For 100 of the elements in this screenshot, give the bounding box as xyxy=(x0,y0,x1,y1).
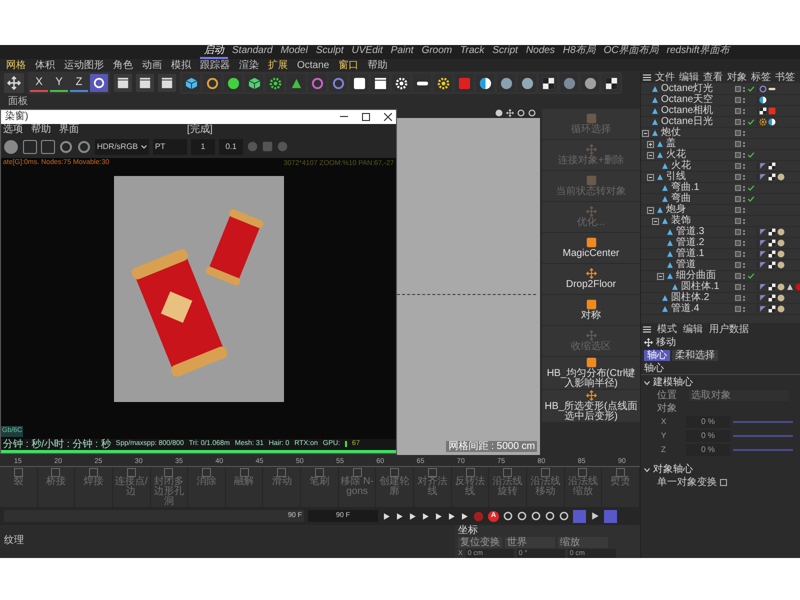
snap-button[interactable] xyxy=(573,510,586,523)
render-button[interactable] xyxy=(158,74,176,92)
workspace-tab[interactable]: Standard xyxy=(228,45,277,59)
menu-item[interactable]: 文件 xyxy=(655,72,675,82)
menu-item[interactable]: 扩展 xyxy=(268,60,288,70)
object-row[interactable]: 管道.2 xyxy=(641,238,800,249)
menu-item[interactable]: 编辑 xyxy=(679,72,699,82)
render-button[interactable] xyxy=(136,74,154,92)
toolbar-button[interactable] xyxy=(245,74,263,92)
kernel-dropdown[interactable]: PT xyxy=(153,138,187,155)
object-row[interactable]: 管道.1 xyxy=(641,249,800,260)
viewport[interactable]: 网格间距 : 5000 cm xyxy=(397,118,540,456)
object-row[interactable]: 炮仗 xyxy=(641,128,800,139)
axis-slider-track[interactable] xyxy=(733,435,793,437)
menu-item[interactable]: 界面 xyxy=(59,124,79,136)
tonemap-dropdown[interactable]: HDR/sRGB xyxy=(95,138,149,155)
menu-icon[interactable] xyxy=(643,74,651,80)
command-button[interactable]: Drop2Floor xyxy=(542,264,640,294)
workspace-tab[interactable]: Script xyxy=(488,45,522,59)
toolbar-button[interactable] xyxy=(371,74,389,92)
object-row[interactable]: Octane灯光 xyxy=(641,84,800,95)
menu-item[interactable]: 运动图形 xyxy=(64,60,104,70)
menu-icon[interactable] xyxy=(643,326,651,333)
object-row[interactable]: 圆柱体.2 xyxy=(641,293,800,304)
group-toggle-icon[interactable] xyxy=(644,380,650,386)
workspace-tab[interactable]: redshift界面布 xyxy=(662,45,734,59)
workspace-tab[interactable]: OC界面布局 xyxy=(600,45,663,59)
toolbar-button[interactable] xyxy=(413,74,431,92)
workspace-tab[interactable]: UVEdit xyxy=(348,45,387,59)
object-row[interactable]: 管道.3 xyxy=(641,227,800,238)
axis-slider-track[interactable] xyxy=(733,421,793,423)
menu-item[interactable]: 帮助 xyxy=(31,124,51,136)
collapse-toggle-icon[interactable] xyxy=(642,130,649,136)
attribute-tab[interactable]: 轴心 xyxy=(644,350,670,361)
menu-item[interactable]: 角色 xyxy=(113,60,133,70)
menu-item[interactable]: 书签 xyxy=(775,72,795,82)
object-row[interactable]: 火花 xyxy=(641,150,800,161)
toolbar-button[interactable] xyxy=(392,74,410,92)
axis-slider-track[interactable] xyxy=(733,449,793,451)
menu-item[interactable]: 动画 xyxy=(142,60,162,70)
axis-value-field[interactable]: 0 % xyxy=(686,430,730,442)
command-button[interactable]: 对称 xyxy=(542,294,640,325)
check-icon[interactable] xyxy=(747,184,755,192)
object-row[interactable]: 弯曲 xyxy=(641,194,800,205)
command-button[interactable]: HB_均匀分布(Ctrl键入影响半径) xyxy=(542,356,640,389)
minimize-icon[interactable] xyxy=(340,116,348,118)
menu-item[interactable]: 帮助 xyxy=(367,60,388,70)
object-row[interactable]: 盖 xyxy=(641,139,800,150)
check-icon[interactable] xyxy=(747,85,755,93)
value-field[interactable]: 1 xyxy=(191,138,215,155)
toolbar-button[interactable] xyxy=(266,74,284,92)
object-row[interactable]: Octane天空 xyxy=(641,95,800,106)
object-row[interactable]: 管道 xyxy=(641,260,800,271)
menu-item[interactable]: Octane xyxy=(297,60,330,70)
menu-item[interactable]: 渲染 xyxy=(239,60,259,70)
expand-toggle-icon[interactable] xyxy=(647,140,654,148)
group-toggle-icon[interactable] xyxy=(644,466,650,472)
panel-label[interactable]: 面板 xyxy=(8,96,28,108)
object-row[interactable]: 管道.4 xyxy=(641,304,800,315)
space-dropdown[interactable]: 世界 xyxy=(505,536,555,548)
check-icon[interactable] xyxy=(747,151,755,159)
menu-item[interactable]: 跟踪器 xyxy=(200,60,230,70)
object-row[interactable]: 装饰 xyxy=(641,216,800,227)
value-field[interactable]: 0.1 xyxy=(219,138,243,155)
workspace-tab[interactable]: Nodes xyxy=(522,45,559,59)
toolbar-button[interactable] xyxy=(287,74,305,92)
axis-lock-button[interactable]: Z xyxy=(70,74,88,92)
menu-item[interactable]: 网格 xyxy=(6,60,26,70)
toolbar-button[interactable] xyxy=(434,74,452,92)
check-icon[interactable] xyxy=(747,195,755,203)
object-row[interactable]: Octane相机 xyxy=(641,106,800,117)
object-row[interactable]: 弯曲.1 xyxy=(641,183,800,194)
menu-item[interactable]: 窗口 xyxy=(338,60,358,70)
workspace-tab[interactable]: Paint xyxy=(386,45,418,59)
add-button[interactable] xyxy=(23,140,37,154)
workspace-tab[interactable]: Model xyxy=(276,45,312,59)
toolbar-button[interactable] xyxy=(539,74,557,92)
object-row[interactable]: 引线 xyxy=(641,172,800,183)
region-button[interactable] xyxy=(41,140,55,154)
close-icon[interactable] xyxy=(384,112,392,121)
object-row[interactable]: 火花 xyxy=(641,161,800,172)
menu-item[interactable]: 模拟 xyxy=(171,60,191,70)
menu-item[interactable]: 用户数据 xyxy=(709,324,749,335)
command-button[interactable]: MagicCenter xyxy=(542,232,640,263)
menu-item[interactable]: 查看 xyxy=(703,72,723,82)
axis-lock-button[interactable]: X xyxy=(30,74,48,92)
menu-item[interactable]: 选项 xyxy=(3,124,23,136)
mode-dropdown[interactable]: 缩放 xyxy=(558,536,608,548)
axis-lock-button[interactable]: Y xyxy=(50,74,68,92)
toolbar-button[interactable] xyxy=(203,74,221,92)
collapse-toggle-icon[interactable] xyxy=(647,206,654,214)
axis-value-field[interactable]: 0 % xyxy=(686,444,730,456)
collapse-toggle-icon[interactable] xyxy=(647,174,654,180)
axis-value-field[interactable]: 0 % xyxy=(686,416,730,428)
workspace-tab[interactable]: H8布局 xyxy=(558,45,600,59)
workspace-tab[interactable]: Track xyxy=(456,45,488,59)
menu-item[interactable]: 体积 xyxy=(35,60,55,70)
menu-item[interactable]: 模式 xyxy=(657,324,677,335)
object-row[interactable]: 圆柱体.1 xyxy=(641,282,800,293)
workspace-tab[interactable]: Groom xyxy=(418,45,456,59)
